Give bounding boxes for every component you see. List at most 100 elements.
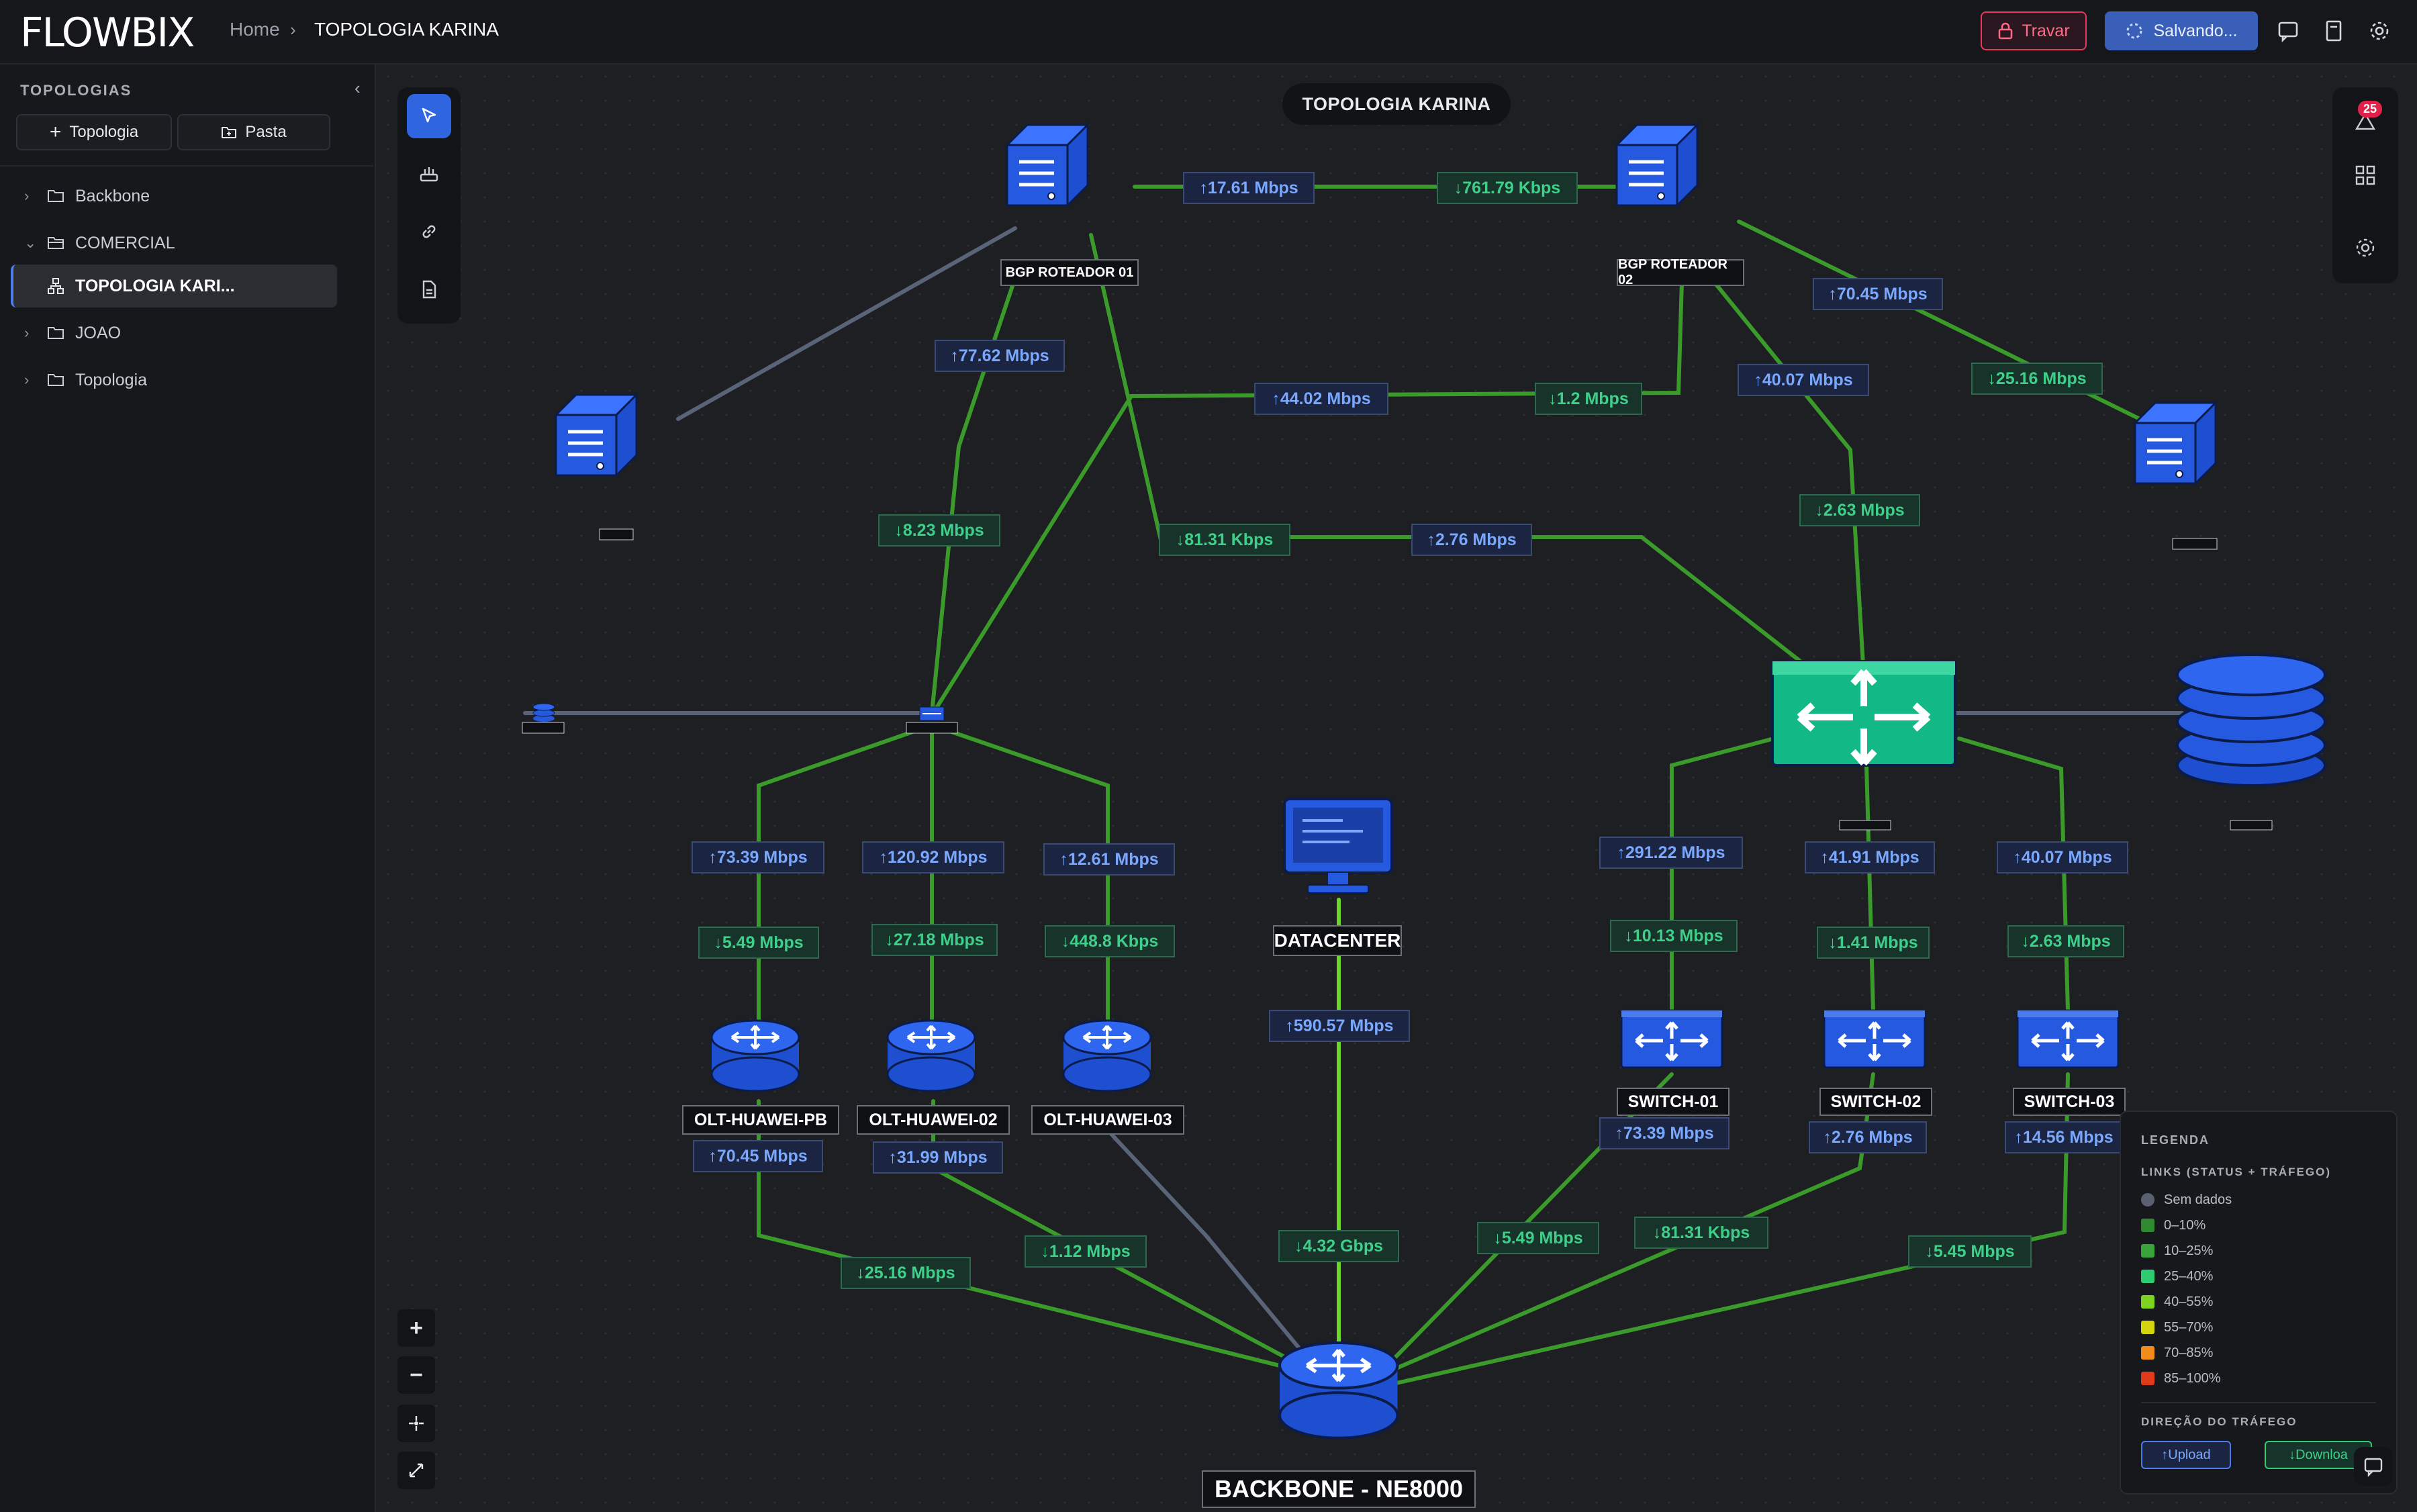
traffic-value: 590.57 Mbps (1293, 1016, 1394, 1035)
traffic-label-download[interactable]: ↓ 448.8 Kbps (1045, 925, 1175, 957)
traffic-label-download[interactable]: ↓ 1.2 Mbps (1535, 383, 1642, 415)
select-tool[interactable] (407, 94, 451, 138)
backbone-ne8000-node (1280, 1343, 1398, 1438)
arrow-down-icon: ↓ (1925, 1241, 1934, 1261)
traffic-label-download[interactable]: ↓ 2.63 Mbps (2007, 925, 2124, 957)
traffic-value: 14.56 Mbps (2022, 1127, 2114, 1147)
upload-direction-button[interactable]: ↑ Upload (2141, 1441, 2231, 1469)
legend-item: Sem dados (2141, 1190, 2232, 1210)
node-label[interactable]: OLT-HUAWEI-02 (857, 1105, 1010, 1135)
legend-item-label: 25–40% (2164, 1268, 2214, 1284)
arrow-down-icon: ↓ (714, 933, 722, 952)
legend-swatch (2141, 1346, 2154, 1360)
traffic-label-upload[interactable]: ↑ 73.39 Mbps (1599, 1117, 1729, 1149)
traffic-label-download[interactable]: ↓ 81.31 Kbps (1634, 1217, 1768, 1249)
node-label[interactable]: BGP ROTEADOR 01 (1000, 259, 1139, 286)
legend-item: 85–100% (2141, 1368, 2221, 1388)
traffic-value: 12.61 Mbps (1068, 849, 1159, 869)
traffic-label-download[interactable]: ↓ 5.45 Mbps (1908, 1235, 2032, 1268)
server-node-left (556, 395, 636, 475)
node-label[interactable]: SWITCH-01 (1617, 1088, 1729, 1116)
traffic-label-upload[interactable]: ↑ 77.62 Mbps (935, 340, 1065, 372)
notes-tool[interactable] (407, 267, 451, 312)
chat-button[interactable] (2354, 1447, 2393, 1486)
node-label[interactable]: OLT-HUAWEI-03 (1031, 1105, 1184, 1135)
arrow-up-icon: ↑ (1199, 178, 1208, 197)
aggregation-switch-node (1771, 660, 1956, 767)
traffic-label-upload[interactable]: ↑ 73.39 Mbps (692, 841, 824, 873)
traffic-label-upload[interactable]: ↑ 44.02 Mbps (1254, 383, 1388, 415)
arrow-up-icon: ↑ (2161, 1447, 2169, 1462)
traffic-label-upload[interactable]: ↑ 291.22 Mbps (1599, 837, 1743, 869)
traffic-label-upload[interactable]: ↑ 31.99 Mbps (873, 1141, 1003, 1174)
arrow-up-icon: ↑ (879, 847, 888, 867)
node-label[interactable]: SWITCH-02 (1819, 1088, 1932, 1116)
traffic-label-download[interactable]: ↓ 2.63 Mbps (1799, 494, 1920, 526)
minus-icon: − (410, 1362, 423, 1388)
node-label[interactable]: SWITCH-03 (2013, 1088, 2126, 1116)
legend-item: 70–85% (2141, 1343, 2213, 1363)
arrow-down-icon: ↓ (894, 520, 903, 540)
grid-icon[interactable] (2354, 164, 2377, 187)
node-label[interactable]: OLT-HUAWEI-PB (682, 1105, 839, 1135)
settings-icon[interactable] (2354, 236, 2377, 259)
traffic-label-download[interactable]: ↓ 10.13 Mbps (1610, 920, 1738, 952)
link-tool[interactable] (407, 209, 451, 254)
database-node (2176, 653, 2326, 787)
fit-view-button[interactable] (397, 1452, 435, 1489)
traffic-label-download[interactable]: ↓ 27.18 Mbps (871, 924, 998, 956)
traffic-label-download[interactable]: ↓ 25.16 Mbps (1971, 363, 2103, 395)
legend-swatch (2141, 1244, 2154, 1258)
cursor-icon (422, 107, 436, 123)
traffic-label-upload[interactable]: ↑ 12.61 Mbps (1043, 843, 1175, 876)
arrow-up-icon: ↑ (1615, 1123, 1623, 1143)
add-device-tool[interactable] (407, 152, 451, 196)
zoom-in-button[interactable]: + (397, 1309, 435, 1347)
traffic-value: 40.07 Mbps (2021, 847, 2112, 867)
traffic-label-upload[interactable]: ↑ 2.76 Mbps (1411, 524, 1532, 556)
node-label[interactable]: BGP ROTEADOR 02 (1617, 257, 1744, 287)
traffic-value: 291.22 Mbps (1625, 843, 1725, 862)
traffic-label-download[interactable]: ↓ 5.49 Mbps (1477, 1222, 1599, 1254)
center-view-button[interactable] (397, 1405, 435, 1442)
traffic-label-upload[interactable]: ↑ 70.45 Mbps (1813, 278, 1943, 310)
zoom-out-button[interactable]: − (397, 1356, 435, 1394)
arrow-up-icon: ↑ (708, 1146, 717, 1166)
olt-huawei-pb-node (710, 1019, 800, 1092)
traffic-label-download[interactable]: ↓ 25.16 Mbps (841, 1257, 971, 1289)
device-icon (420, 167, 438, 182)
legend-item-label: 10–25% (2164, 1243, 2214, 1258)
traffic-label-upload[interactable]: ↑ 41.91 Mbps (1805, 841, 1935, 873)
traffic-label-upload[interactable]: ↑ 590.57 Mbps (1269, 1010, 1410, 1042)
server-node-right (2135, 403, 2216, 483)
traffic-label-upload[interactable]: ↑ 14.56 Mbps (2005, 1121, 2123, 1153)
traffic-label-download[interactable]: ↓ 1.12 Mbps (1025, 1235, 1147, 1268)
arrow-down-icon: ↓ (1828, 933, 1837, 952)
node-label[interactable]: BACKBONE - NE8000 (1202, 1470, 1476, 1508)
traffic-label-download[interactable]: ↓ 1.41 Mbps (1817, 927, 1930, 959)
traffic-label-download[interactable]: ↓ 81.31 Kbps (1159, 524, 1290, 556)
traffic-label-download[interactable]: ↓ 4.32 Gbps (1278, 1230, 1399, 1262)
bgp-router-01-node (1007, 125, 1088, 205)
traffic-value: 1.2 Mbps (1556, 389, 1629, 408)
traffic-label-download[interactable]: ↓ 761.79 Kbps (1437, 172, 1578, 204)
legend-swatch (2141, 1372, 2154, 1385)
traffic-value: 1.41 Mbps (1836, 933, 1918, 952)
traffic-label-upload[interactable]: ↑ 120.92 Mbps (862, 841, 1004, 873)
traffic-label-download[interactable]: ↓ 8.23 Mbps (878, 514, 1000, 547)
traffic-label-upload[interactable]: ↑ 2.76 Mbps (1809, 1121, 1927, 1153)
traffic-label-upload[interactable]: ↑ 70.45 Mbps (693, 1140, 823, 1172)
traffic-label-upload[interactable]: ↑ 40.07 Mbps (1997, 841, 2128, 873)
olt-huawei-02-node (886, 1019, 976, 1092)
traffic-value: 2.63 Mbps (1823, 500, 1905, 520)
legend-direction-title: DIREÇÃO DO TRÁFEGO (2141, 1415, 2297, 1428)
traffic-label-upload[interactable]: ↑ 40.07 Mbps (1738, 364, 1869, 396)
traffic-label-upload[interactable]: ↑ 17.61 Mbps (1183, 172, 1315, 204)
legend-links-title: LINKS (STATUS + TRÁFEGO) (2141, 1166, 2332, 1178)
arrow-down-icon: ↓ (1987, 369, 1996, 388)
switch-02-node (1824, 1010, 1925, 1068)
traffic-value: 761.79 Kbps (1462, 178, 1561, 197)
node-label[interactable]: DATACENTER (1273, 925, 1402, 956)
traffic-label-download[interactable]: ↓ 5.49 Mbps (698, 927, 819, 959)
arrow-down-icon: ↓ (1041, 1241, 1049, 1261)
